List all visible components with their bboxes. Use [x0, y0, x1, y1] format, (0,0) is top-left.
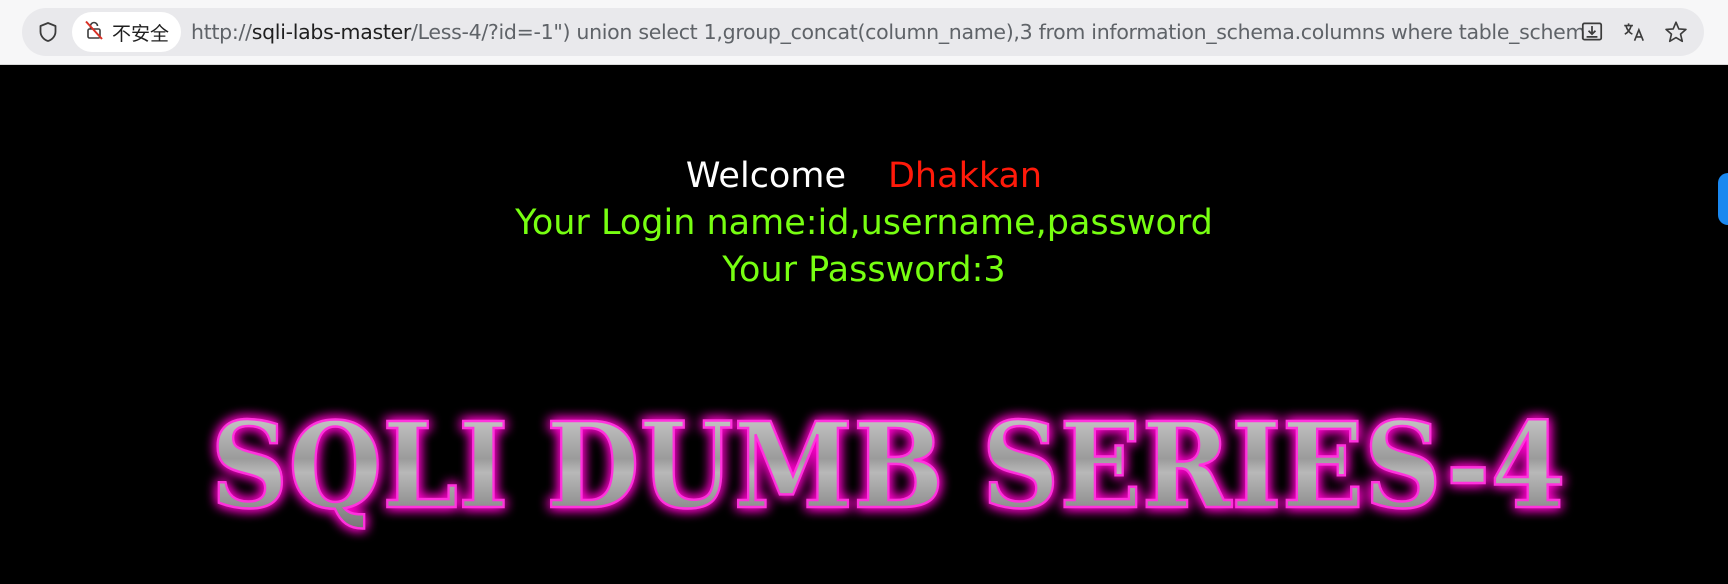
browser-toolbar: 不安全 http://sqli-labs-master/Less-4/?id=-… [0, 0, 1728, 65]
shield-icon[interactable] [26, 10, 70, 54]
url-prefix: http:// [191, 20, 252, 44]
password-line: Your Password:3 [722, 250, 1006, 290]
star-icon[interactable] [1658, 14, 1694, 50]
not-secure-icon [82, 18, 106, 46]
url-path: /Less-4/?id=-1") union select 1,group_co… [411, 20, 1586, 44]
translate-icon[interactable] [1616, 14, 1652, 50]
sqli-dumb-series-logo: SQLI DUMB SERIES-4 [209, 395, 1567, 537]
login-name-line: Your Login name:id,username,password [515, 203, 1213, 243]
user-name: Dhakkan [887, 156, 1043, 196]
logo-text: SQLI DUMB SERIES-4 [211, 396, 1566, 535]
page-content: Welcome Dhakkan Your Login name:id,userna… [0, 65, 1728, 584]
url-host: sqli-labs-master [251, 20, 412, 44]
url-text[interactable]: http://sqli-labs-master/Less-4/?id=-1") … [191, 20, 1586, 44]
install-app-icon[interactable] [1574, 14, 1610, 50]
login-result: Welcome Dhakkan Your Login name:id,userna… [0, 153, 1728, 294]
security-label: 不安全 [112, 22, 170, 45]
welcome-label: Welcome [685, 156, 846, 196]
welcome-line: Welcome Dhakkan [0, 153, 1728, 200]
security-status-chip[interactable]: 不安全 [72, 12, 182, 52]
address-bar[interactable]: 不安全 http://sqli-labs-master/Less-4/?id=-… [22, 8, 1704, 56]
